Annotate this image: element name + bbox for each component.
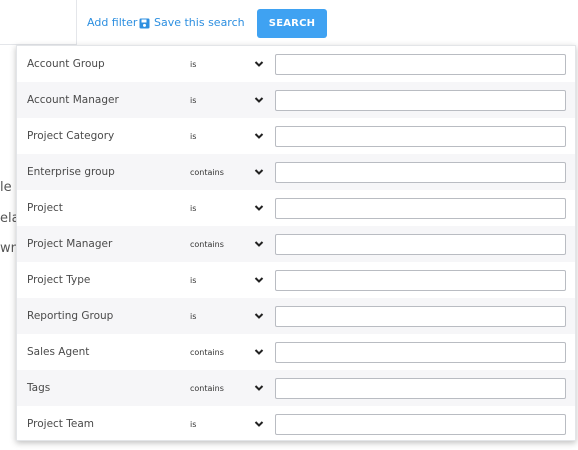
filter-operator[interactable]: is [190,276,196,285]
filter-dropdown: Account Group is Account Manager is Proj… [16,45,576,441]
filter-row-tags: Tags contains [17,370,575,406]
chevron-down-icon[interactable] [254,167,264,177]
filter-label: Account Manager [27,94,119,106]
chevron-down-icon[interactable] [254,419,264,429]
filter-operator[interactable]: is [190,60,196,69]
chevron-down-icon[interactable] [254,203,264,213]
filter-operator[interactable]: is [190,132,196,141]
save-search-label: Save this search [154,16,245,29]
filter-label: Project Team [27,418,95,430]
chevron-down-icon[interactable] [254,59,264,69]
filter-label: Tags [27,382,51,394]
filter-value-input[interactable] [275,270,566,291]
chevron-down-icon[interactable] [254,275,264,285]
chevron-down-icon[interactable] [254,95,264,105]
filter-row-reporting-group: Reporting Group is [17,298,575,334]
save-icon [139,18,150,29]
filter-row-project-manager: Project Manager contains [17,226,575,262]
filter-row-project-team: Project Team is [17,406,575,442]
filter-label: Project [27,202,63,214]
filter-row-project-category: Project Category is [17,118,575,154]
filter-operator[interactable]: is [190,420,196,429]
filter-row-enterprise-group: Enterprise group contains [17,154,575,190]
filter-operator[interactable]: contains [190,348,224,357]
search-box[interactable] [0,0,77,45]
filter-operator[interactable]: contains [190,240,224,249]
filter-operator[interactable]: contains [190,384,224,393]
search-button[interactable]: SEARCH [257,9,327,38]
filter-operator[interactable]: is [190,96,196,105]
filter-label: Sales Agent [27,346,90,358]
filter-value-input[interactable] [275,234,566,255]
filter-value-input[interactable] [275,198,566,219]
chevron-down-icon[interactable] [254,311,264,321]
chevron-down-icon[interactable] [254,347,264,357]
filter-value-input[interactable] [275,90,566,111]
chevron-down-icon[interactable] [254,131,264,141]
filter-row-account-manager: Account Manager is [17,82,575,118]
filter-operator[interactable]: is [190,312,196,321]
filter-row-account-group: Account Group is [17,46,575,82]
filter-value-input[interactable] [275,378,566,399]
filter-value-input[interactable] [275,54,566,75]
filter-value-input[interactable] [275,306,566,327]
filter-label: Reporting Group [27,310,114,322]
filter-operator[interactable]: contains [190,168,224,177]
save-search-link[interactable]: Save this search [139,16,245,30]
filter-label: Project Type [27,274,91,286]
filter-value-input[interactable] [275,126,566,147]
filter-value-input[interactable] [275,162,566,183]
filter-label: Project Manager [27,238,113,250]
filter-row-sales-agent: Sales Agent contains [17,334,575,370]
filter-value-input[interactable] [275,342,566,363]
filter-value-input[interactable] [275,414,566,435]
chevron-down-icon[interactable] [254,239,264,249]
add-filter-link[interactable]: Add filter [87,16,137,30]
filter-row-project-type: Project Type is [17,262,575,298]
filter-operator[interactable]: is [190,204,196,213]
filter-label: Enterprise group [27,166,115,178]
filter-label: Account Group [27,58,105,70]
filter-label: Project Category [27,130,115,142]
chevron-down-icon[interactable] [254,383,264,393]
filter-row-project: Project is [17,190,575,226]
